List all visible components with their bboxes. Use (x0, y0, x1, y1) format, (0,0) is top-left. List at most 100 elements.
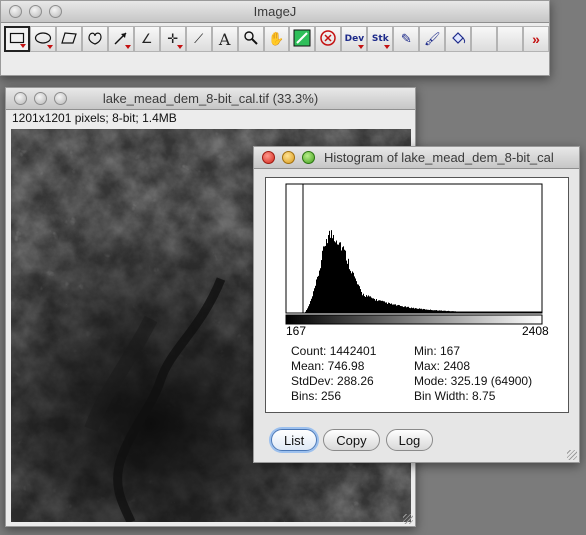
stack-menu[interactable]: Stk (367, 26, 394, 52)
histogram-bar (493, 311, 494, 313)
zoom-icon[interactable] (302, 151, 315, 164)
wand-icon: ⟋ (194, 31, 204, 46)
minimize-icon[interactable] (282, 151, 295, 164)
point-tool[interactable]: ✛ (159, 26, 186, 52)
polygon-selection-tool[interactable] (55, 26, 82, 52)
lut-gradient-bar (285, 314, 543, 325)
histogram-bar (461, 311, 462, 313)
histogram-bar (539, 311, 540, 313)
stat-bins: Bins: 256 (291, 389, 342, 403)
histogram-bar (509, 311, 510, 313)
histogram-bar (404, 306, 405, 313)
histogram-bar (374, 298, 375, 313)
histogram-bar (512, 311, 513, 313)
histogram-bar (417, 308, 418, 313)
image-info: 1201x1201 pixels; 8-bit; 1.4MB (12, 111, 177, 125)
histogram-bar (471, 311, 472, 313)
log-button[interactable]: Log (385, 429, 434, 451)
status-bar (1, 51, 549, 75)
histogram-bar (466, 311, 467, 313)
dev-label-icon: Dev (344, 34, 365, 44)
histogram-bar (506, 311, 507, 313)
histogram-bar (490, 311, 491, 313)
resize-grip[interactable] (403, 514, 413, 524)
histogram-bar (411, 307, 412, 313)
histogram-bar (329, 230, 330, 313)
rectangle-selection-tool[interactable] (4, 26, 30, 52)
histogram-bar (389, 303, 390, 313)
hand-tool[interactable]: ✋ (263, 26, 290, 52)
histogram-bar (393, 304, 394, 313)
text-tool[interactable]: A (211, 26, 238, 52)
histogram-bar (333, 234, 334, 313)
polygon-icon (60, 31, 78, 48)
histogram-bar (429, 309, 430, 313)
histogram-bar (403, 307, 404, 313)
histogram-bar (385, 302, 386, 313)
histogram-bar (412, 308, 413, 313)
histogram-bar (435, 310, 436, 313)
histogram-bar (520, 311, 521, 313)
line-selection-tool[interactable] (107, 26, 134, 52)
histogram-bar (463, 311, 464, 313)
oval-selection-tool[interactable] (29, 26, 56, 52)
histogram-bar (528, 311, 529, 313)
histogram-bar (360, 289, 361, 313)
histogram-bar (384, 301, 385, 313)
histogram-bar (486, 311, 487, 313)
image-window-titlebar[interactable]: lake_mead_dem_8-bit_cal.tif (33.3%) (6, 88, 415, 110)
histogram-bar (433, 310, 434, 313)
histogram-bar (432, 310, 433, 313)
empty-slot-2[interactable] (497, 26, 524, 52)
imagej-title: ImageJ (253, 4, 297, 19)
zoom-tool[interactable] (237, 26, 264, 52)
histogram-bar (414, 308, 415, 313)
color-picker-tool[interactable] (289, 26, 316, 52)
stk-label-icon: Stk (371, 34, 389, 44)
imagej-titlebar[interactable]: ImageJ (1, 1, 549, 23)
histogram-bar (349, 269, 350, 313)
histogram-bar (409, 307, 410, 313)
histogram-bar (511, 311, 512, 313)
list-button[interactable]: List (271, 429, 318, 451)
histogram-buttons: List Copy Log (271, 429, 434, 451)
angle-tool[interactable]: ∠ (133, 26, 160, 52)
stat-count: Count: 1442401 (291, 344, 377, 358)
histogram-bar (341, 250, 342, 313)
histogram-titlebar[interactable]: Histogram of lake_mead_dem_8-bit_cal (254, 147, 579, 169)
histogram-bar (526, 311, 527, 313)
empty-slot-1[interactable] (471, 26, 498, 52)
close-icon[interactable] (262, 151, 275, 164)
remove-overlay-tool[interactable] (315, 26, 342, 52)
histogram-bar (350, 270, 351, 313)
resize-grip[interactable] (567, 450, 577, 460)
histogram-bar (391, 303, 392, 313)
histogram-panel: 167 2408 Count: 1442401 Min: 167 Mean: 74… (265, 177, 569, 413)
histogram-bar (311, 298, 312, 313)
histogram-bar (460, 311, 461, 313)
pencil-tool[interactable]: ✎ (393, 26, 420, 52)
more-tools-button[interactable]: » (523, 26, 550, 52)
copy-button[interactable]: Copy (323, 429, 380, 451)
brush-tool[interactable]: 🖌 (419, 26, 446, 52)
histogram-bar (541, 311, 542, 313)
histogram-bar (504, 311, 505, 313)
histogram-bar (501, 311, 502, 313)
histogram-bar (428, 309, 429, 313)
histogram-bar (383, 301, 384, 313)
histogram-bar (378, 300, 379, 313)
histogram-bar (419, 308, 420, 313)
histogram-bar (317, 276, 318, 313)
histogram-bar (310, 301, 311, 313)
developer-menu[interactable]: Dev (341, 26, 368, 52)
histogram-bar (402, 306, 403, 313)
histogram-bar (500, 311, 501, 313)
histogram-bar (312, 296, 313, 313)
image-window-title: lake_mead_dem_8-bit_cal.tif (33.3%) (102, 91, 319, 106)
flood-fill-tool[interactable] (445, 26, 472, 52)
histogram-bar (484, 311, 485, 313)
histogram-bar (465, 311, 466, 313)
freehand-selection-tool[interactable] (81, 26, 108, 52)
eyedropper-icon (293, 29, 311, 50)
wand-tool[interactable]: ⟋ (185, 26, 212, 52)
